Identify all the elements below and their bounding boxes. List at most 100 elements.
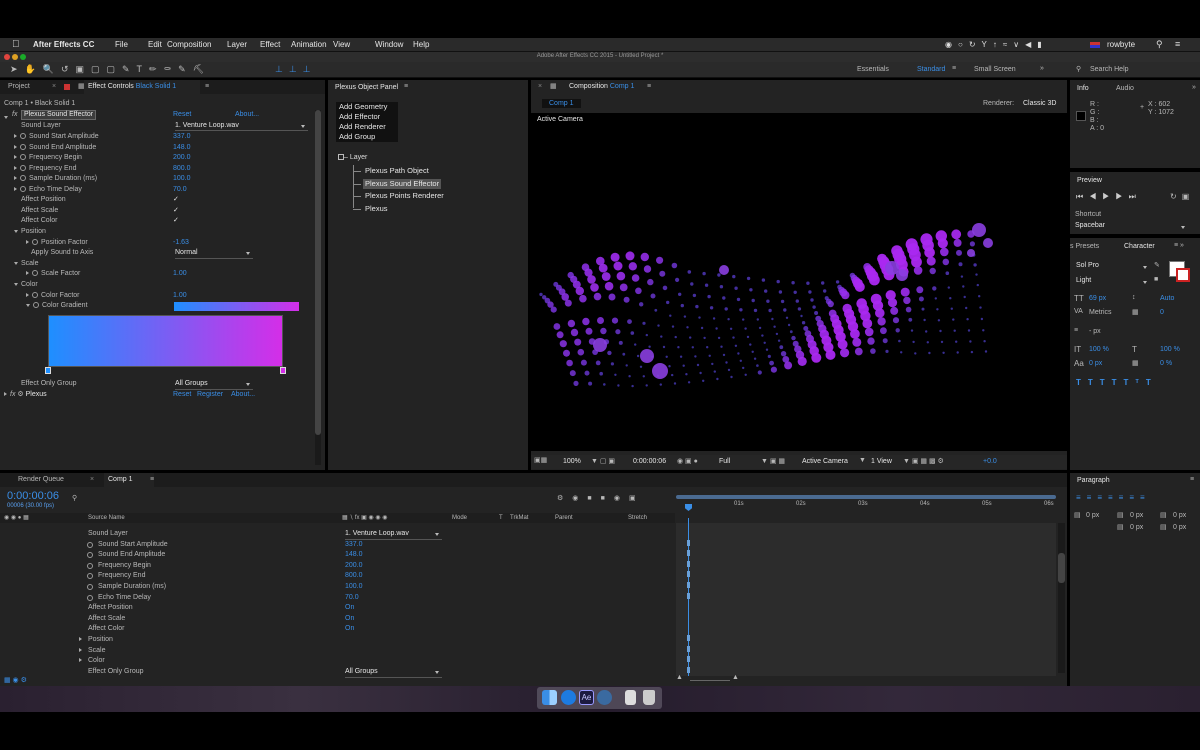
timeline-row-value[interactable]: 148.0 [345,550,363,560]
stopwatch-icon[interactable] [20,154,26,160]
stretch-header[interactable]: Stretch [628,515,647,521]
list-icon[interactable]: ≡ [1175,39,1180,49]
keyframe-marker[interactable] [687,666,690,673]
tab-info[interactable]: Info [1077,85,1089,92]
stopwatch-icon[interactable] [20,175,26,181]
timeline-row[interactable]: Sound Layer 1. Venture Loop.wav [0,529,670,540]
tool-icons[interactable]: ➤✋🔍↺▣▢▢✎T✏⚰✎⛏ [10,64,211,75]
sound-layer-dropdown[interactable]: 1. Venture Loop.wav [175,121,308,131]
tsume-value[interactable]: 0 % [1160,360,1172,367]
magnification-icon[interactable]: ▣▦ [534,456,547,464]
stopwatch-icon[interactable] [20,164,26,171]
panel-menu-icon[interactable]: ≡ [404,83,408,90]
zoom-slider[interactable]: ▲ ▲ [676,674,756,683]
timeline-row[interactable]: Affect Position On [0,603,670,613]
zoom-dropdown[interactable]: 100% [563,458,581,465]
effect-name[interactable]: Plexus Sound Effector [21,110,97,120]
timeline-row[interactable]: Affect Scale On [0,614,670,624]
downloads-icon[interactable] [625,690,636,705]
workspace-essentials[interactable]: Essentials [857,66,889,73]
expand-icon[interactable] [79,656,85,666]
menu-edit[interactable]: Edit [148,40,162,49]
plexus-name[interactable]: Plexus [26,391,47,398]
menu-window[interactable]: Window [375,40,403,49]
menu-file[interactable]: File [115,40,128,49]
work-area-bar[interactable] [676,495,1056,499]
vscale-value[interactable]: 100 % [1089,346,1109,353]
expand-icon[interactable] [14,176,17,180]
effect-only-group-dropdown[interactable]: All Groups [175,379,253,390]
current-timecode[interactable]: 0:00:00:06 [7,490,59,502]
expand-icon[interactable] [4,392,7,396]
tree-item[interactable]: Plexus [363,204,390,214]
menu-layer[interactable]: Layer [227,40,247,49]
panel-menu-icon[interactable]: ≡ [146,473,158,487]
about-button[interactable]: About... [235,110,259,120]
t-header[interactable]: T [499,515,503,521]
scrollbar[interactable] [315,110,321,465]
expand-icon[interactable] [14,134,17,138]
stopwatch-icon[interactable] [87,594,96,604]
zoom-out-icon[interactable]: ▲ [676,674,683,681]
expand-icon[interactable] [14,155,17,159]
tab-render-queue[interactable]: Render Queue [14,473,68,487]
shortcut-dropdown[interactable]: Spacebar [1075,222,1188,232]
timeline-row[interactable]: Position [0,635,670,645]
timeline-row-value[interactable]: On [345,614,354,624]
camera-snapshot-icon[interactable]: ◉ ▣ ● [677,457,698,465]
viewer-timecode[interactable]: 0:00:00:06 [633,458,666,465]
stopwatch-icon[interactable] [32,239,38,245]
close-icon[interactable]: × [534,80,546,94]
text-style-buttons[interactable]: TTTTTᵀT [1076,378,1158,387]
timeline-row-value[interactable]: 800.0 [345,571,363,581]
first-line-value[interactable]: 0 px [1130,524,1143,531]
playhead-icon[interactable] [685,504,692,511]
kerning-value[interactable]: Metrics [1089,309,1112,316]
mode-header[interactable]: Mode [452,515,467,521]
affect-position-checkbox[interactable]: ✓ [173,195,179,205]
trkmat-header[interactable]: TrkMat [510,515,528,521]
gradient-stop-start[interactable] [45,367,51,374]
indent-right-value[interactable]: 0 px [1173,512,1186,519]
expand-icon[interactable] [26,293,29,297]
keyframe-marker[interactable] [687,539,690,546]
timeline-row-value[interactable]: 100.0 [345,582,363,592]
timeline-row[interactable]: Sound End Amplitude 148.0 [0,550,670,560]
panel-menu-icon[interactable]: ≡ » [1174,242,1184,249]
timeline-row-value[interactable]: 337.0 [345,540,363,550]
apple-icon[interactable]:  [12,39,20,50]
eyedropper-icon[interactable]: ✎ [1154,261,1160,269]
timeline-row-value[interactable]: On [345,603,354,613]
workspace-menu-icon[interactable]: ≡ [952,65,956,72]
apply-sound-dropdown[interactable]: Normal [175,248,253,259]
stopwatch-icon[interactable] [32,270,38,276]
expand-icon[interactable] [14,283,18,286]
timeline-row[interactable]: Echo Time Delay 70.0 [0,593,670,603]
keyframe-marker[interactable] [687,571,690,578]
effect-prop-value[interactable]: 148.0 [173,143,191,153]
menu-animation[interactable]: Animation [291,40,327,49]
color-gradient-swatch[interactable] [174,302,299,311]
timeline-row[interactable]: Frequency End 800.0 [0,571,670,581]
effect-prop-value[interactable]: 800.0 [173,164,191,174]
menu-composition[interactable]: Composition [167,40,211,49]
gradient-stop-end[interactable] [280,367,286,374]
color-factor-value[interactable]: 1.00 [173,291,187,301]
baseline-value[interactable]: 0 px [1089,360,1102,367]
workspace-small-screen[interactable]: Small Screen [974,66,1016,73]
zoom-in-icon[interactable]: ▲ [732,674,739,681]
expand-icon[interactable] [14,262,18,265]
tab-audio[interactable]: Audio [1116,85,1134,92]
stopwatch-icon[interactable] [87,572,96,582]
plexus-add-renderer-button[interactable]: Add Renderer [336,122,398,132]
time-ruler[interactable]: 01s 02s 03s 04s 05s 06s [676,493,1056,520]
panel-menu-icon[interactable]: ≡ [201,80,213,94]
position-factor-value[interactable]: -1.63 [173,238,189,248]
plexus-add-effector-button[interactable]: Add Effector [336,112,398,122]
search-help-input[interactable]: Search Help [1090,66,1129,73]
timeline-row[interactable]: Frequency Begin 200.0 [0,561,670,571]
leading-value[interactable]: Auto [1160,295,1174,302]
region-icons[interactable]: ▼ ▣ ▦ [761,457,785,465]
timeline-switch-icons[interactable]: ⚙◉■■◉▣ [557,494,645,502]
tab-composition[interactable]: Composition Comp 1 [565,80,638,94]
